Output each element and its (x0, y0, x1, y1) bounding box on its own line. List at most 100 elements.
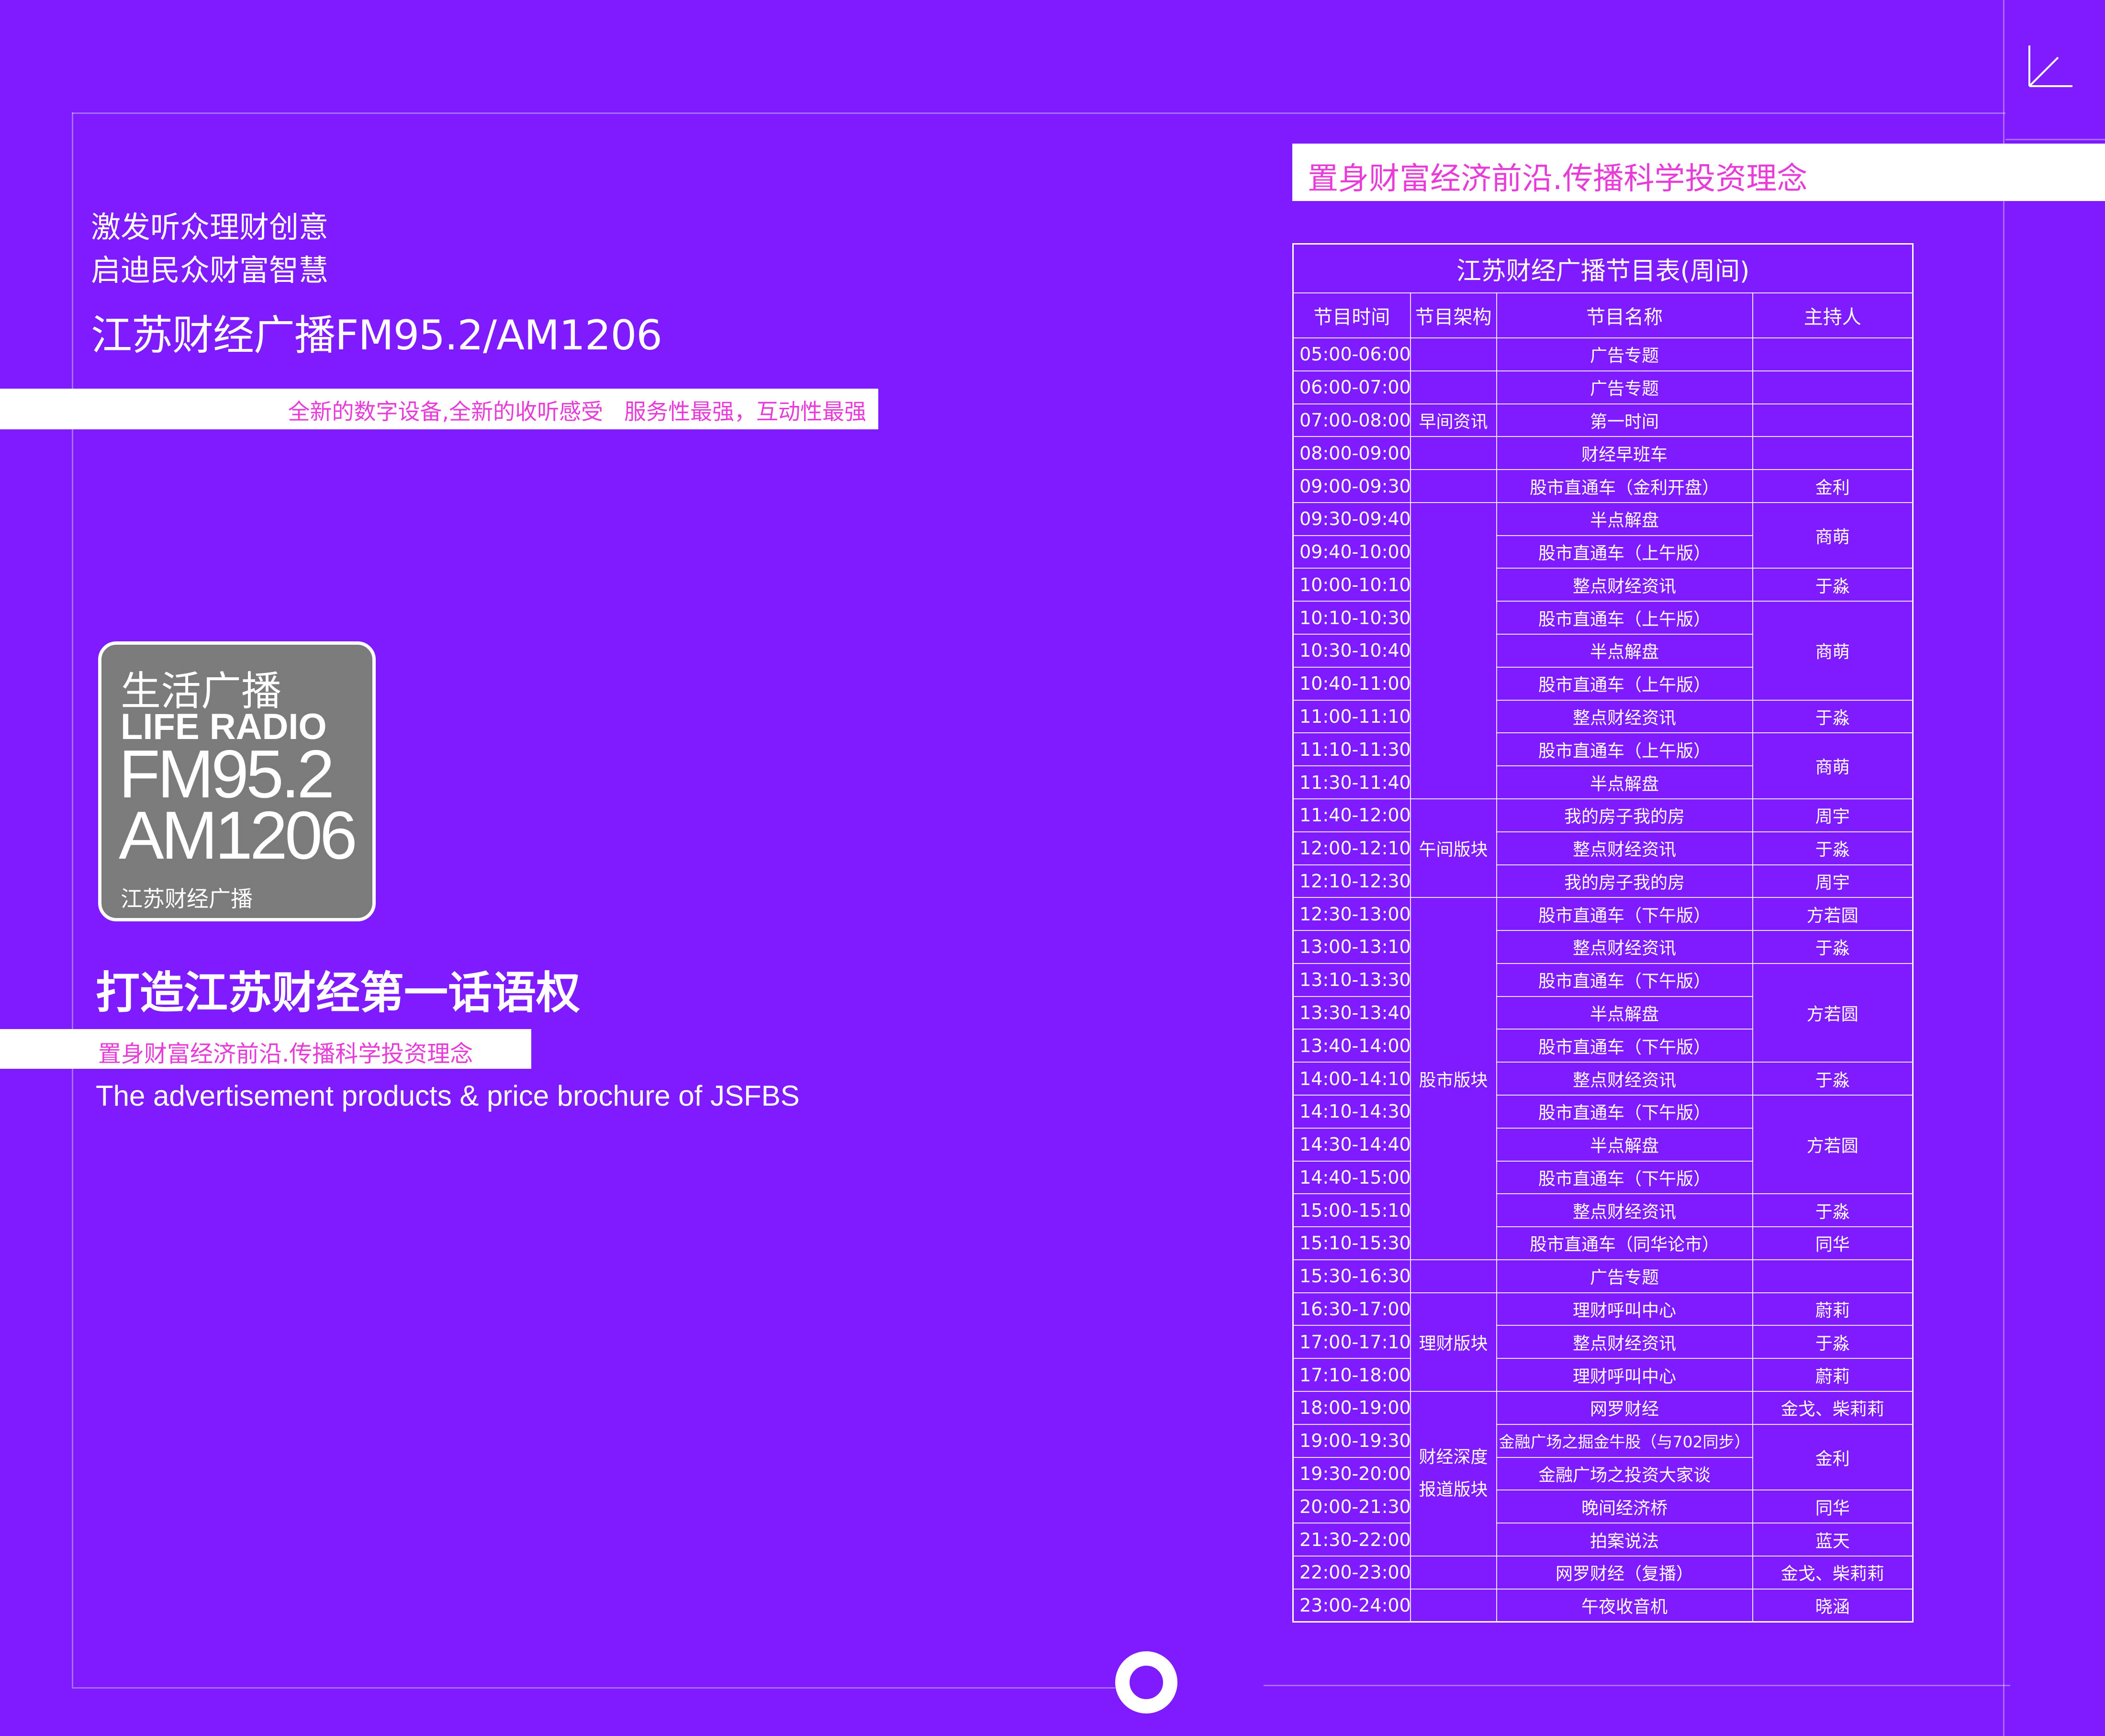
table-row: 09:00-09:30 股市直通车（金利开盘） 金利 (1292, 469, 1914, 503)
table-row: 19:00-19:30 金融广场之掘金牛股（与702同步） 金利 (1292, 1423, 1914, 1491)
guide-line-right (2003, 0, 2004, 1736)
badge-station: 江苏财经广播 (121, 886, 253, 912)
program-cell: 拍案说法 (1496, 1523, 1753, 1557)
time-cell: 14:40-15:00 (1292, 1160, 1411, 1195)
time-cell: 20:00-21:30 (1292, 1490, 1411, 1524)
time-cell: 14:00-14:10 (1292, 1062, 1411, 1096)
program-cell: 股市直通车（下午版） (1496, 1160, 1753, 1195)
time-cell: 15:30-16:30 (1292, 1259, 1411, 1293)
header-program: 节目名称 (1496, 292, 1753, 338)
guide-line-top (72, 112, 2005, 114)
program-cell: 半点解盘 (1496, 502, 1753, 536)
segment-cell (1410, 1588, 1497, 1623)
table-row: 15:30-16:30 广告专题 (1292, 1259, 1914, 1293)
time-cell: 16:30-17:00 (1292, 1292, 1411, 1326)
time-cell: 13:00-13:10 (1292, 930, 1411, 964)
program-cell: 网罗财经 (1496, 1391, 1753, 1425)
host-cell (1752, 436, 1914, 470)
host-cell: 蔚莉 (1752, 1358, 1914, 1392)
time-cell: 05:00-06:00 (1292, 337, 1411, 371)
time-cell: 21:30-22:00 (1292, 1523, 1411, 1557)
table-row: 12:00-12:10 整点财经资讯 于淼 (1292, 831, 1914, 865)
segment-cell: 理财版块 (1410, 1292, 1497, 1392)
segment-cell (1410, 370, 1497, 404)
table-row: 07:00-08:00 早间资讯 第一时间 (1292, 403, 1914, 437)
slogan: 打造江苏财经第一话语权 (96, 967, 581, 1019)
host-cell: 商萌 (1752, 502, 1914, 569)
program-cell: 整点财经资讯 (1496, 1325, 1753, 1359)
segment-cell: 早间资讯 (1410, 403, 1497, 437)
time-cell: 18:00-19:00 (1292, 1391, 1411, 1425)
host-cell: 于淼 (1752, 568, 1914, 602)
host-cell: 方若圆 (1752, 963, 1914, 1063)
philosophy-band-text: 置身财富经济前沿.传播科学投资理念 (98, 1041, 473, 1067)
time-cell: 17:00-17:10 (1292, 1325, 1411, 1359)
time-cell: 11:10-11:30 (1292, 732, 1411, 767)
host-cell (1752, 1259, 1914, 1293)
program-cell: 财经早班车 (1496, 436, 1753, 470)
table-row: 13:10-13:30 股市直通车（下午版） 方若圆 (1292, 963, 1914, 1063)
program-cell: 整点财经资讯 (1496, 1193, 1753, 1228)
time-cell: 23:00-24:00 (1292, 1588, 1411, 1623)
program-cell: 整点财经资讯 (1496, 831, 1753, 865)
program-cell: 整点财经资讯 (1496, 699, 1753, 734)
time-cell: 15:00-15:10 (1292, 1193, 1411, 1228)
time-cell: 15:10-15:30 (1292, 1226, 1411, 1260)
time-cell: 12:10-12:30 (1292, 864, 1411, 898)
program-cell: 整点财经资讯 (1496, 568, 1753, 602)
time-cell: 11:30-11:40 (1292, 765, 1411, 799)
time-cell: 13:40-14:00 (1292, 1029, 1411, 1063)
segment-cell: 财经深度报道版块 (1410, 1391, 1497, 1557)
program-cell: 理财呼叫中心 (1496, 1358, 1753, 1392)
time-cell: 09:40-10:00 (1292, 535, 1411, 569)
host-cell: 于淼 (1752, 1062, 1914, 1096)
time-cell: 19:00-19:30 (1292, 1423, 1411, 1458)
time-cell: 06:00-07:00 (1292, 370, 1411, 404)
time-cell: 11:40-12:00 (1292, 798, 1411, 832)
program-cell: 广告专题 (1496, 1259, 1753, 1293)
feature-band-text: 全新的数字设备,全新的收听感受 服务性最强，互动性最强 (288, 399, 867, 425)
guide-line-bottom (72, 1687, 1115, 1689)
table-row: 09:30-09:40 半点解盘 商萌 (1292, 502, 1914, 799)
program-cell: 股市直通车（上午版） (1496, 666, 1753, 701)
station-title: 江苏财经广播FM95.2/AM1206 (91, 312, 662, 359)
time-cell: 08:00-09:00 (1292, 436, 1411, 470)
schedule-title: 江苏财经广播节目表(周间) (1292, 243, 1914, 293)
host-cell: 于淼 (1752, 831, 1914, 865)
time-cell: 19:30-20:00 (1292, 1456, 1411, 1491)
program-cell: 股市直通车（下午版） (1496, 1029, 1753, 1063)
table-row: 11:10-11:30 股市直通车（上午版） 商萌 (1292, 732, 1914, 799)
table-row: 16:30-17:00 理财版块 理财呼叫中心 蔚莉 (1292, 1292, 1914, 1392)
program-cell: 金融广场之投资大家谈 (1496, 1456, 1753, 1491)
table-row: 17:00-17:10 整点财经资讯 于淼 (1292, 1325, 1914, 1359)
host-cell: 金利 (1752, 469, 1914, 503)
host-cell (1752, 370, 1914, 404)
segment-cell (1410, 1259, 1497, 1293)
host-cell: 于淼 (1752, 1193, 1914, 1228)
host-cell: 金利 (1752, 1423, 1914, 1491)
host-cell (1752, 337, 1914, 371)
host-cell: 周宇 (1752, 798, 1914, 832)
host-cell: 同华 (1752, 1226, 1914, 1260)
time-cell: 10:00-10:10 (1292, 568, 1411, 602)
time-cell: 11:00-11:10 (1292, 699, 1411, 734)
philosophy-band: 置身财富经济前沿.传播科学投资理念 (0, 1029, 531, 1069)
program-cell: 广告专题 (1496, 370, 1753, 404)
program-cell: 晚间经济桥 (1496, 1490, 1753, 1524)
host-cell: 商萌 (1752, 732, 1914, 799)
table-row: 05:00-06:00 广告专题 (1292, 337, 1914, 371)
ring-icon (1115, 1651, 1177, 1714)
program-cell: 股市直通车（上午版） (1496, 535, 1753, 569)
table-row: 11:00-11:10 整点财经资讯 于淼 (1292, 699, 1914, 734)
host-cell: 金戈、柴莉莉 (1752, 1555, 1914, 1590)
table-row: 14:00-14:10 整点财经资讯 于淼 (1292, 1062, 1914, 1096)
corner-arrow-icon (2028, 45, 2072, 87)
program-cell: 广告专题 (1496, 337, 1753, 371)
time-cell: 14:30-14:40 (1292, 1127, 1411, 1162)
time-cell: 13:30-13:40 (1292, 996, 1411, 1030)
program-cell: 第一时间 (1496, 403, 1753, 437)
segment-cell (1410, 502, 1497, 799)
program-cell: 整点财经资讯 (1496, 1062, 1753, 1096)
time-cell: 09:00-09:30 (1292, 469, 1411, 503)
program-cell: 金融广场之掘金牛股（与702同步） (1496, 1423, 1753, 1458)
